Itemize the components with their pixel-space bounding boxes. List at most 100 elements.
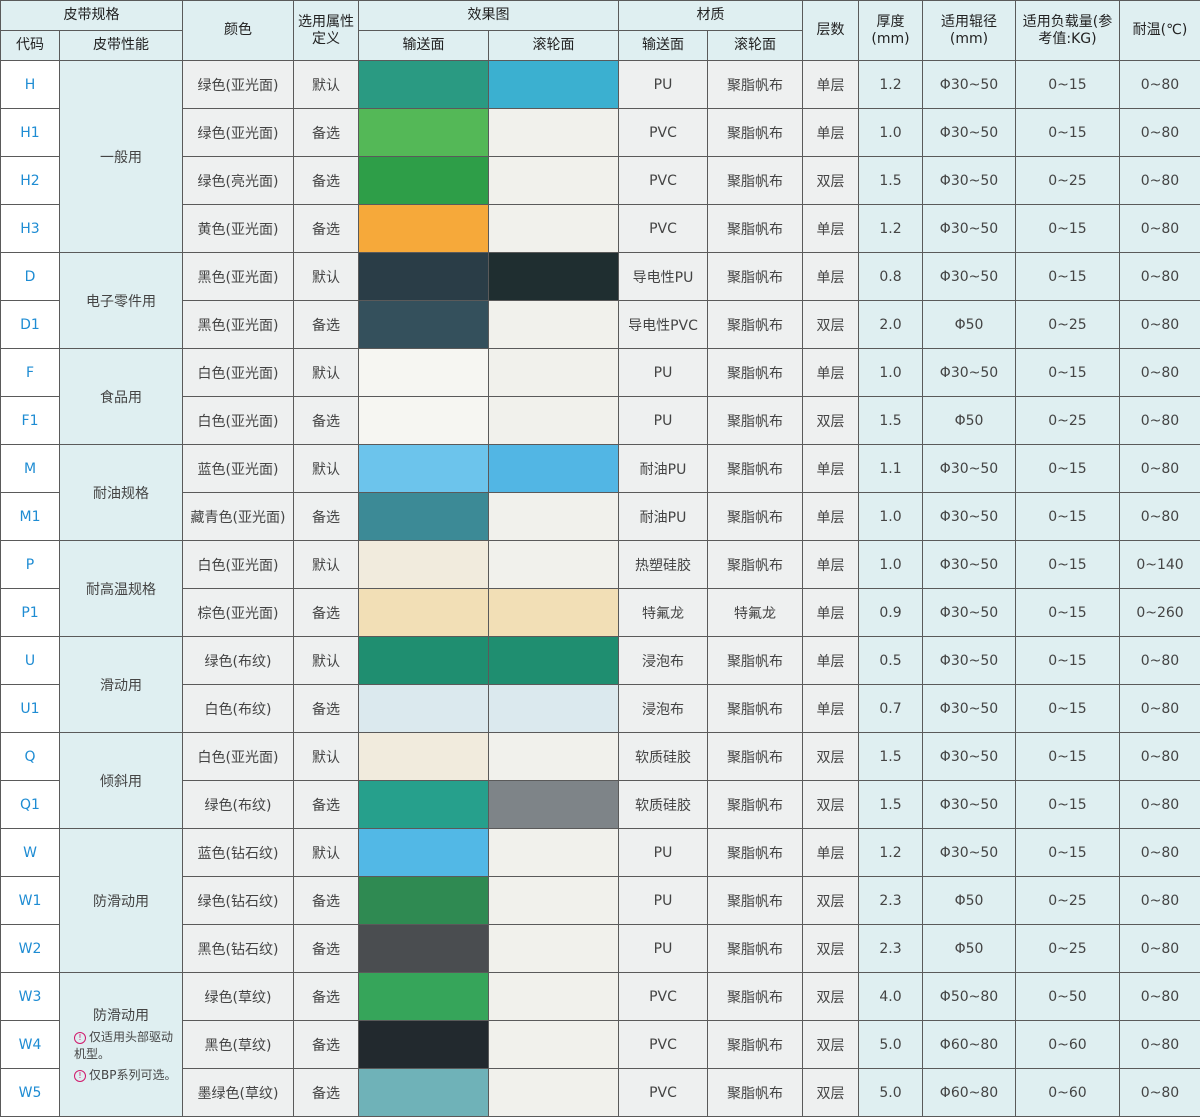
thickness: 1.0: [859, 349, 923, 397]
swatch-conveying: [359, 685, 489, 733]
temperature: 0~80: [1120, 253, 1200, 301]
header-thickness: 厚度(mm): [859, 1, 923, 61]
layers: 双层: [803, 733, 859, 781]
belt-code: F1: [1, 397, 60, 445]
header-radius: 适用辊径(mm): [923, 1, 1016, 61]
swatch-conveying: [359, 109, 489, 157]
material-conveying: PU: [619, 877, 708, 925]
thickness: 1.5: [859, 781, 923, 829]
belt-swatch-image: [359, 925, 488, 972]
swatch-conveying: [359, 637, 489, 685]
material-conveying: PU: [619, 61, 708, 109]
belt-attr: 备选: [294, 925, 359, 973]
material-conveying: PVC: [619, 973, 708, 1021]
material-roller: 聚脂帆布: [708, 637, 803, 685]
belt-swatch-image: [359, 205, 488, 252]
belt-swatch-image: [489, 685, 618, 732]
belt-color: 黑色(亚光面): [183, 301, 294, 349]
load: 0~60: [1016, 1069, 1120, 1117]
table-row: F食品用白色(亚光面)默认PU聚脂帆布单层1.0Φ30~500~150~80: [1, 349, 1200, 397]
swatch-roller: [489, 205, 619, 253]
belt-swatch-image: [359, 781, 488, 828]
layers: 单层: [803, 205, 859, 253]
material-roller: 聚脂帆布: [708, 541, 803, 589]
temperature: 0~80: [1120, 349, 1200, 397]
layers: 单层: [803, 493, 859, 541]
header-material-roller: 滚轮面: [708, 31, 803, 61]
belt-code: U: [1, 637, 60, 685]
belt-code: H3: [1, 205, 60, 253]
load: 0~15: [1016, 445, 1120, 493]
header-temp: 耐温(℃): [1120, 1, 1200, 61]
belt-swatch-image: [359, 349, 488, 396]
material-roller: 特氟龙: [708, 589, 803, 637]
belt-code: M: [1, 445, 60, 493]
belt-attr: 默认: [294, 637, 359, 685]
belt-color: 黑色(钻石纹): [183, 925, 294, 973]
swatch-roller: [489, 397, 619, 445]
temperature: 0~80: [1120, 301, 1200, 349]
belt-attr: 备选: [294, 301, 359, 349]
performance-label: 防滑动用: [93, 1008, 149, 1024]
material-conveying: 浸泡布: [619, 685, 708, 733]
material-roller: 聚脂帆布: [708, 397, 803, 445]
swatch-roller: [489, 349, 619, 397]
belt-swatch-image: [359, 541, 488, 588]
thickness: 4.0: [859, 973, 923, 1021]
performance-label: 防滑动用: [93, 894, 149, 910]
belt-swatch-image: [489, 205, 618, 252]
belt-performance: 滑动用: [60, 637, 183, 733]
belt-code: W2: [1, 925, 60, 973]
layers: 双层: [803, 157, 859, 205]
belt-attr: 默认: [294, 349, 359, 397]
thickness: 2.3: [859, 925, 923, 973]
belt-swatch-image: [359, 253, 488, 300]
belt-color: 黑色(亚光面): [183, 253, 294, 301]
belt-color: 黄色(亚光面): [183, 205, 294, 253]
material-conveying: 导电性PU: [619, 253, 708, 301]
temperature: 0~80: [1120, 685, 1200, 733]
belt-swatch-image: [359, 877, 488, 924]
belt-color: 白色(亚光面): [183, 733, 294, 781]
belt-code: H2: [1, 157, 60, 205]
material-conveying: 耐油PU: [619, 493, 708, 541]
material-roller: 聚脂帆布: [708, 733, 803, 781]
belt-code: U1: [1, 685, 60, 733]
belt-swatch-image: [489, 349, 618, 396]
thickness: 1.5: [859, 157, 923, 205]
swatch-roller: [489, 973, 619, 1021]
belt-swatch-image: [359, 61, 488, 108]
thickness: 1.5: [859, 733, 923, 781]
roller-radius: Φ50: [923, 877, 1016, 925]
roller-radius: Φ60~80: [923, 1021, 1016, 1069]
material-roller: 聚脂帆布: [708, 685, 803, 733]
belt-swatch-image: [489, 973, 618, 1020]
roller-radius: Φ50: [923, 397, 1016, 445]
warning-icon: !: [74, 1070, 86, 1082]
temperature: 0~80: [1120, 157, 1200, 205]
belt-attr: 默认: [294, 829, 359, 877]
swatch-roller: [489, 781, 619, 829]
header-material-conveying: 输送面: [619, 31, 708, 61]
material-roller: 聚脂帆布: [708, 157, 803, 205]
swatch-conveying: [359, 1069, 489, 1117]
belt-color: 绿色(草纹): [183, 973, 294, 1021]
belt-swatch-image: [359, 733, 488, 780]
performance-label: 食品用: [100, 390, 142, 406]
roller-radius: Φ30~50: [923, 589, 1016, 637]
swatch-conveying: [359, 349, 489, 397]
thickness: 1.0: [859, 541, 923, 589]
belt-code: W: [1, 829, 60, 877]
belt-swatch-image: [359, 445, 488, 492]
header-code: 代码: [1, 31, 60, 61]
performance-label: 一般用: [100, 150, 142, 166]
belt-spec-table: 皮带规格 颜色 选用属性定义 效果图 材质 层数 厚度(mm) 适用辊径(mm)…: [0, 0, 1200, 1117]
roller-radius: Φ30~50: [923, 781, 1016, 829]
temperature: 0~80: [1120, 445, 1200, 493]
layers: 单层: [803, 253, 859, 301]
load: 0~15: [1016, 541, 1120, 589]
load: 0~15: [1016, 685, 1120, 733]
belt-code: Q: [1, 733, 60, 781]
material-roller: 聚脂帆布: [708, 253, 803, 301]
load: 0~60: [1016, 1021, 1120, 1069]
